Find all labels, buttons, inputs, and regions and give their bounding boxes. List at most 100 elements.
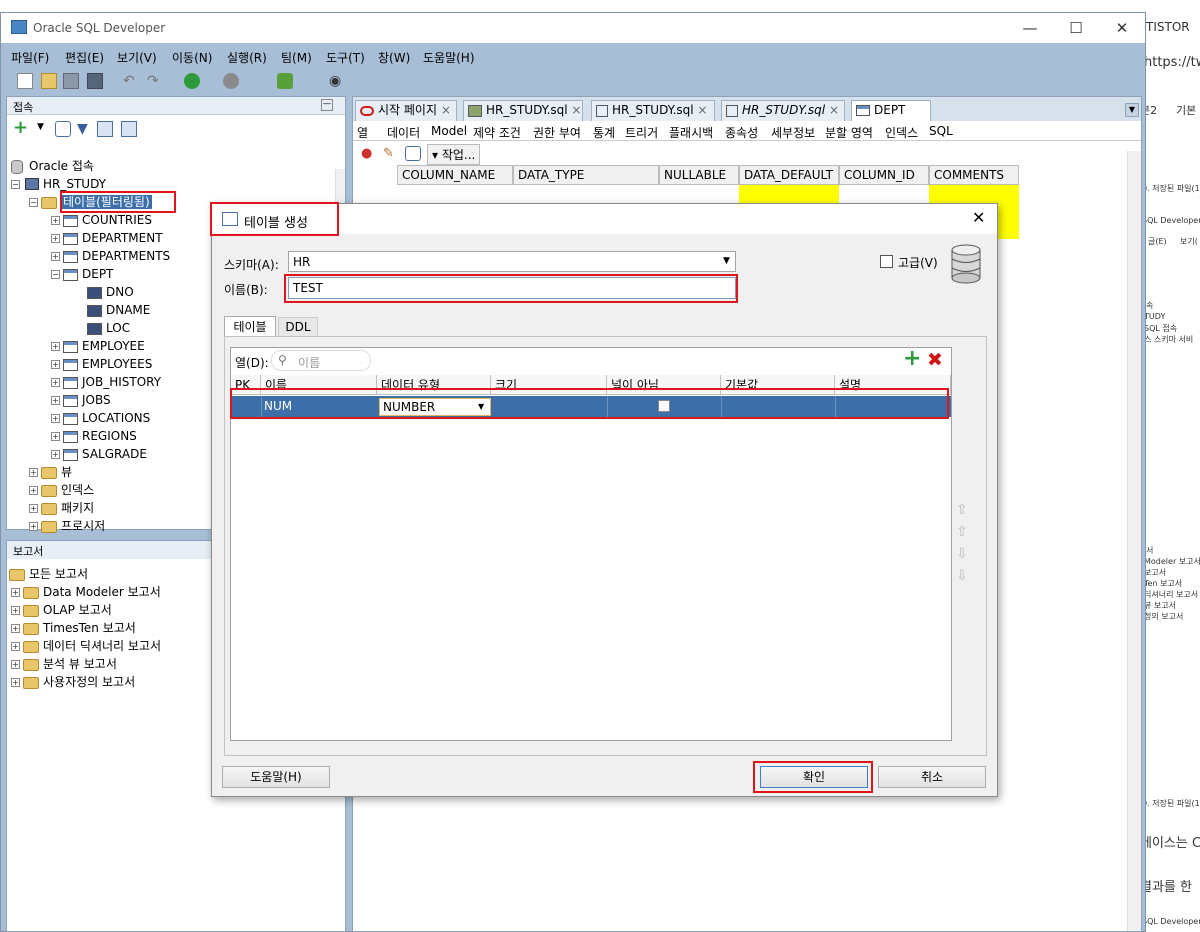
dialog-close-icon[interactable]: ✕ (972, 208, 985, 227)
tree-table-job-history[interactable]: + JOB_HISTORY (51, 373, 161, 391)
tree-hr-study[interactable]: − HR_STUDY (11, 175, 106, 193)
expand-toggle-icon[interactable]: + (51, 450, 60, 459)
tree-views[interactable]: + 뷰 (29, 463, 72, 481)
expand-toggle-icon[interactable]: + (11, 588, 20, 597)
subtab-columns[interactable]: 열 (357, 124, 368, 141)
actions-button[interactable]: ▾ 작업... (427, 144, 481, 165)
tree-column-loc[interactable]: LOC (87, 319, 130, 337)
move-up-icon[interactable]: ⇧ (956, 524, 968, 540)
grid-header-comments[interactable]: COMMENTS (929, 165, 1019, 185)
expand-toggle-icon[interactable]: + (51, 360, 60, 369)
report-data-modeler[interactable]: + Data Modeler 보고서 (11, 583, 161, 601)
advanced-checkbox[interactable] (880, 255, 893, 268)
expand-toggle-icon[interactable]: + (29, 468, 38, 477)
subtab-details[interactable]: 세부정보 (771, 124, 815, 141)
subtab-statistics[interactable]: 통계 (593, 124, 615, 141)
forward-icon[interactable] (223, 73, 239, 89)
subtab-triggers[interactable]: 트리거 (625, 124, 658, 141)
expand-toggle-icon[interactable]: + (11, 660, 20, 669)
undo-icon[interactable]: ↶ (123, 73, 139, 89)
add-connection-icon[interactable]: + (13, 119, 28, 137)
expand-toggle-icon[interactable]: + (29, 504, 38, 513)
subtab-data[interactable]: 데이터 (387, 124, 420, 141)
grid-header-data-type[interactable]: DATA_TYPE (513, 165, 659, 185)
tab-close-icon[interactable]: × (571, 103, 581, 117)
expand-toggle-icon[interactable]: + (51, 234, 60, 243)
dropdown-arrow-icon[interactable]: ▼ (37, 122, 44, 132)
tree-table-salgrade[interactable]: + SALGRADE (51, 445, 147, 463)
tab-ddl[interactable]: DDL (278, 317, 318, 337)
tab-hr-study-sql-2[interactable]: HR_STUDY.sql × (591, 100, 715, 121)
menu-run[interactable]: 실행(R) (227, 49, 267, 66)
grid-header-data-default[interactable]: DATA_DEFAULT (739, 165, 839, 185)
help-button[interactable]: 도움말(H) (222, 766, 330, 788)
tab-start-page[interactable]: 시작 페이지 × (355, 100, 457, 121)
grid-header-column-id[interactable]: COLUMN_ID (839, 165, 929, 185)
tab-hr-study-sql-1[interactable]: HR_STUDY.sql × (463, 100, 583, 121)
col-header-pk[interactable]: PK (231, 375, 261, 395)
row-name-cell[interactable]: NUM (264, 399, 292, 413)
expand-toggle-icon[interactable]: + (11, 624, 20, 633)
expand-toggle-icon[interactable]: + (51, 378, 60, 387)
report-all[interactable]: 모든 보고서 (9, 565, 88, 583)
subtab-model[interactable]: Model (431, 124, 467, 138)
tab-table[interactable]: 테이블 (224, 316, 276, 337)
subtab-flashback[interactable]: 플래시백 (669, 124, 713, 141)
report-timesten[interactable]: + TimesTen 보고서 (11, 619, 136, 637)
open-icon[interactable] (41, 73, 57, 89)
subtab-partitions[interactable]: 분할 영역 (825, 124, 873, 141)
menu-file[interactable]: 파일(F) (11, 49, 49, 66)
expand-toggle-icon[interactable]: + (51, 414, 60, 423)
collapse-icon[interactable] (121, 121, 137, 137)
tree-table-dept[interactable]: − DEPT (51, 265, 113, 283)
filter-icon[interactable]: ▼ (77, 121, 88, 137)
save-icon[interactable] (63, 73, 79, 89)
tree-table-regions[interactable]: + REGIONS (51, 427, 137, 445)
back-icon[interactable] (184, 73, 200, 89)
tab-close-icon[interactable]: × (697, 103, 707, 117)
not-null-checkbox[interactable] (658, 400, 670, 412)
close-icon[interactable]: ✕ (1111, 17, 1133, 39)
tab-dept[interactable]: DEPT (851, 100, 931, 121)
menu-navigate[interactable]: 이동(N) (172, 49, 212, 66)
move-down-icon[interactable]: ⇩ (956, 546, 968, 562)
col-header-data-type[interactable]: 데이터 유형 (377, 375, 491, 395)
expand-toggle-icon[interactable]: + (11, 678, 20, 687)
expand-toggle-icon[interactable]: + (11, 642, 20, 651)
expand-toggle-icon[interactable]: + (11, 606, 20, 615)
sql-worksheet-icon[interactable] (277, 73, 293, 89)
refresh-icon[interactable] (55, 121, 71, 137)
maximize-icon[interactable]: ☐ (1065, 17, 1087, 39)
minimize-icon[interactable]: — (1019, 17, 1041, 39)
col-header-size[interactable]: 크기 (491, 375, 607, 395)
tree-tables-filtered[interactable]: − 테이블(필터링됨) (29, 193, 152, 211)
tree-table-locations[interactable]: + LOCATIONS (51, 409, 150, 427)
tab-hr-study-sql-3[interactable]: HR_STUDY.sql × (721, 100, 845, 121)
editor-scrollbar[interactable] (1127, 151, 1141, 931)
subtab-indexes[interactable]: 인덱스 (885, 124, 918, 141)
report-data-dictionary[interactable]: + 데이터 딕셔너리 보고서 (11, 637, 161, 655)
grid-header-column-name[interactable]: COLUMN_NAME (397, 165, 513, 185)
tab-list-icon[interactable]: ▼ (1125, 103, 1139, 117)
refresh-icon[interactable] (405, 146, 421, 161)
tree-table-employees[interactable]: + EMPLOYEES (51, 355, 152, 373)
tree-table-jobs[interactable]: + JOBS (51, 391, 111, 409)
collapse-toggle-icon[interactable]: − (11, 180, 20, 189)
minimize-panel-icon[interactable]: — (321, 99, 333, 111)
subtab-sql[interactable]: SQL (929, 124, 953, 138)
col-header-name[interactable]: 이름 (261, 375, 377, 395)
table-row[interactable]: NUM NUMBER ▼ (231, 396, 951, 417)
menu-team[interactable]: 팀(M) (281, 49, 312, 66)
data-type-select[interactable]: NUMBER ▼ (379, 398, 491, 416)
tree-table-employee[interactable]: + EMPLOYEE (51, 337, 145, 355)
expand-toggle-icon[interactable]: + (51, 342, 60, 351)
menu-edit[interactable]: 편집(E) (65, 49, 104, 66)
tree-procedures[interactable]: + 프로시저 (29, 517, 105, 535)
subtab-grants[interactable]: 권한 부여 (533, 124, 581, 141)
ok-button[interactable]: 확인 (760, 766, 868, 788)
col-header-default[interactable]: 기본값 (721, 375, 835, 395)
tab-close-icon[interactable]: × (441, 103, 451, 117)
subtab-constraints[interactable]: 제약 조건 (473, 124, 521, 141)
tree-column-dname[interactable]: DNAME (87, 301, 150, 319)
new-icon[interactable] (17, 73, 33, 89)
